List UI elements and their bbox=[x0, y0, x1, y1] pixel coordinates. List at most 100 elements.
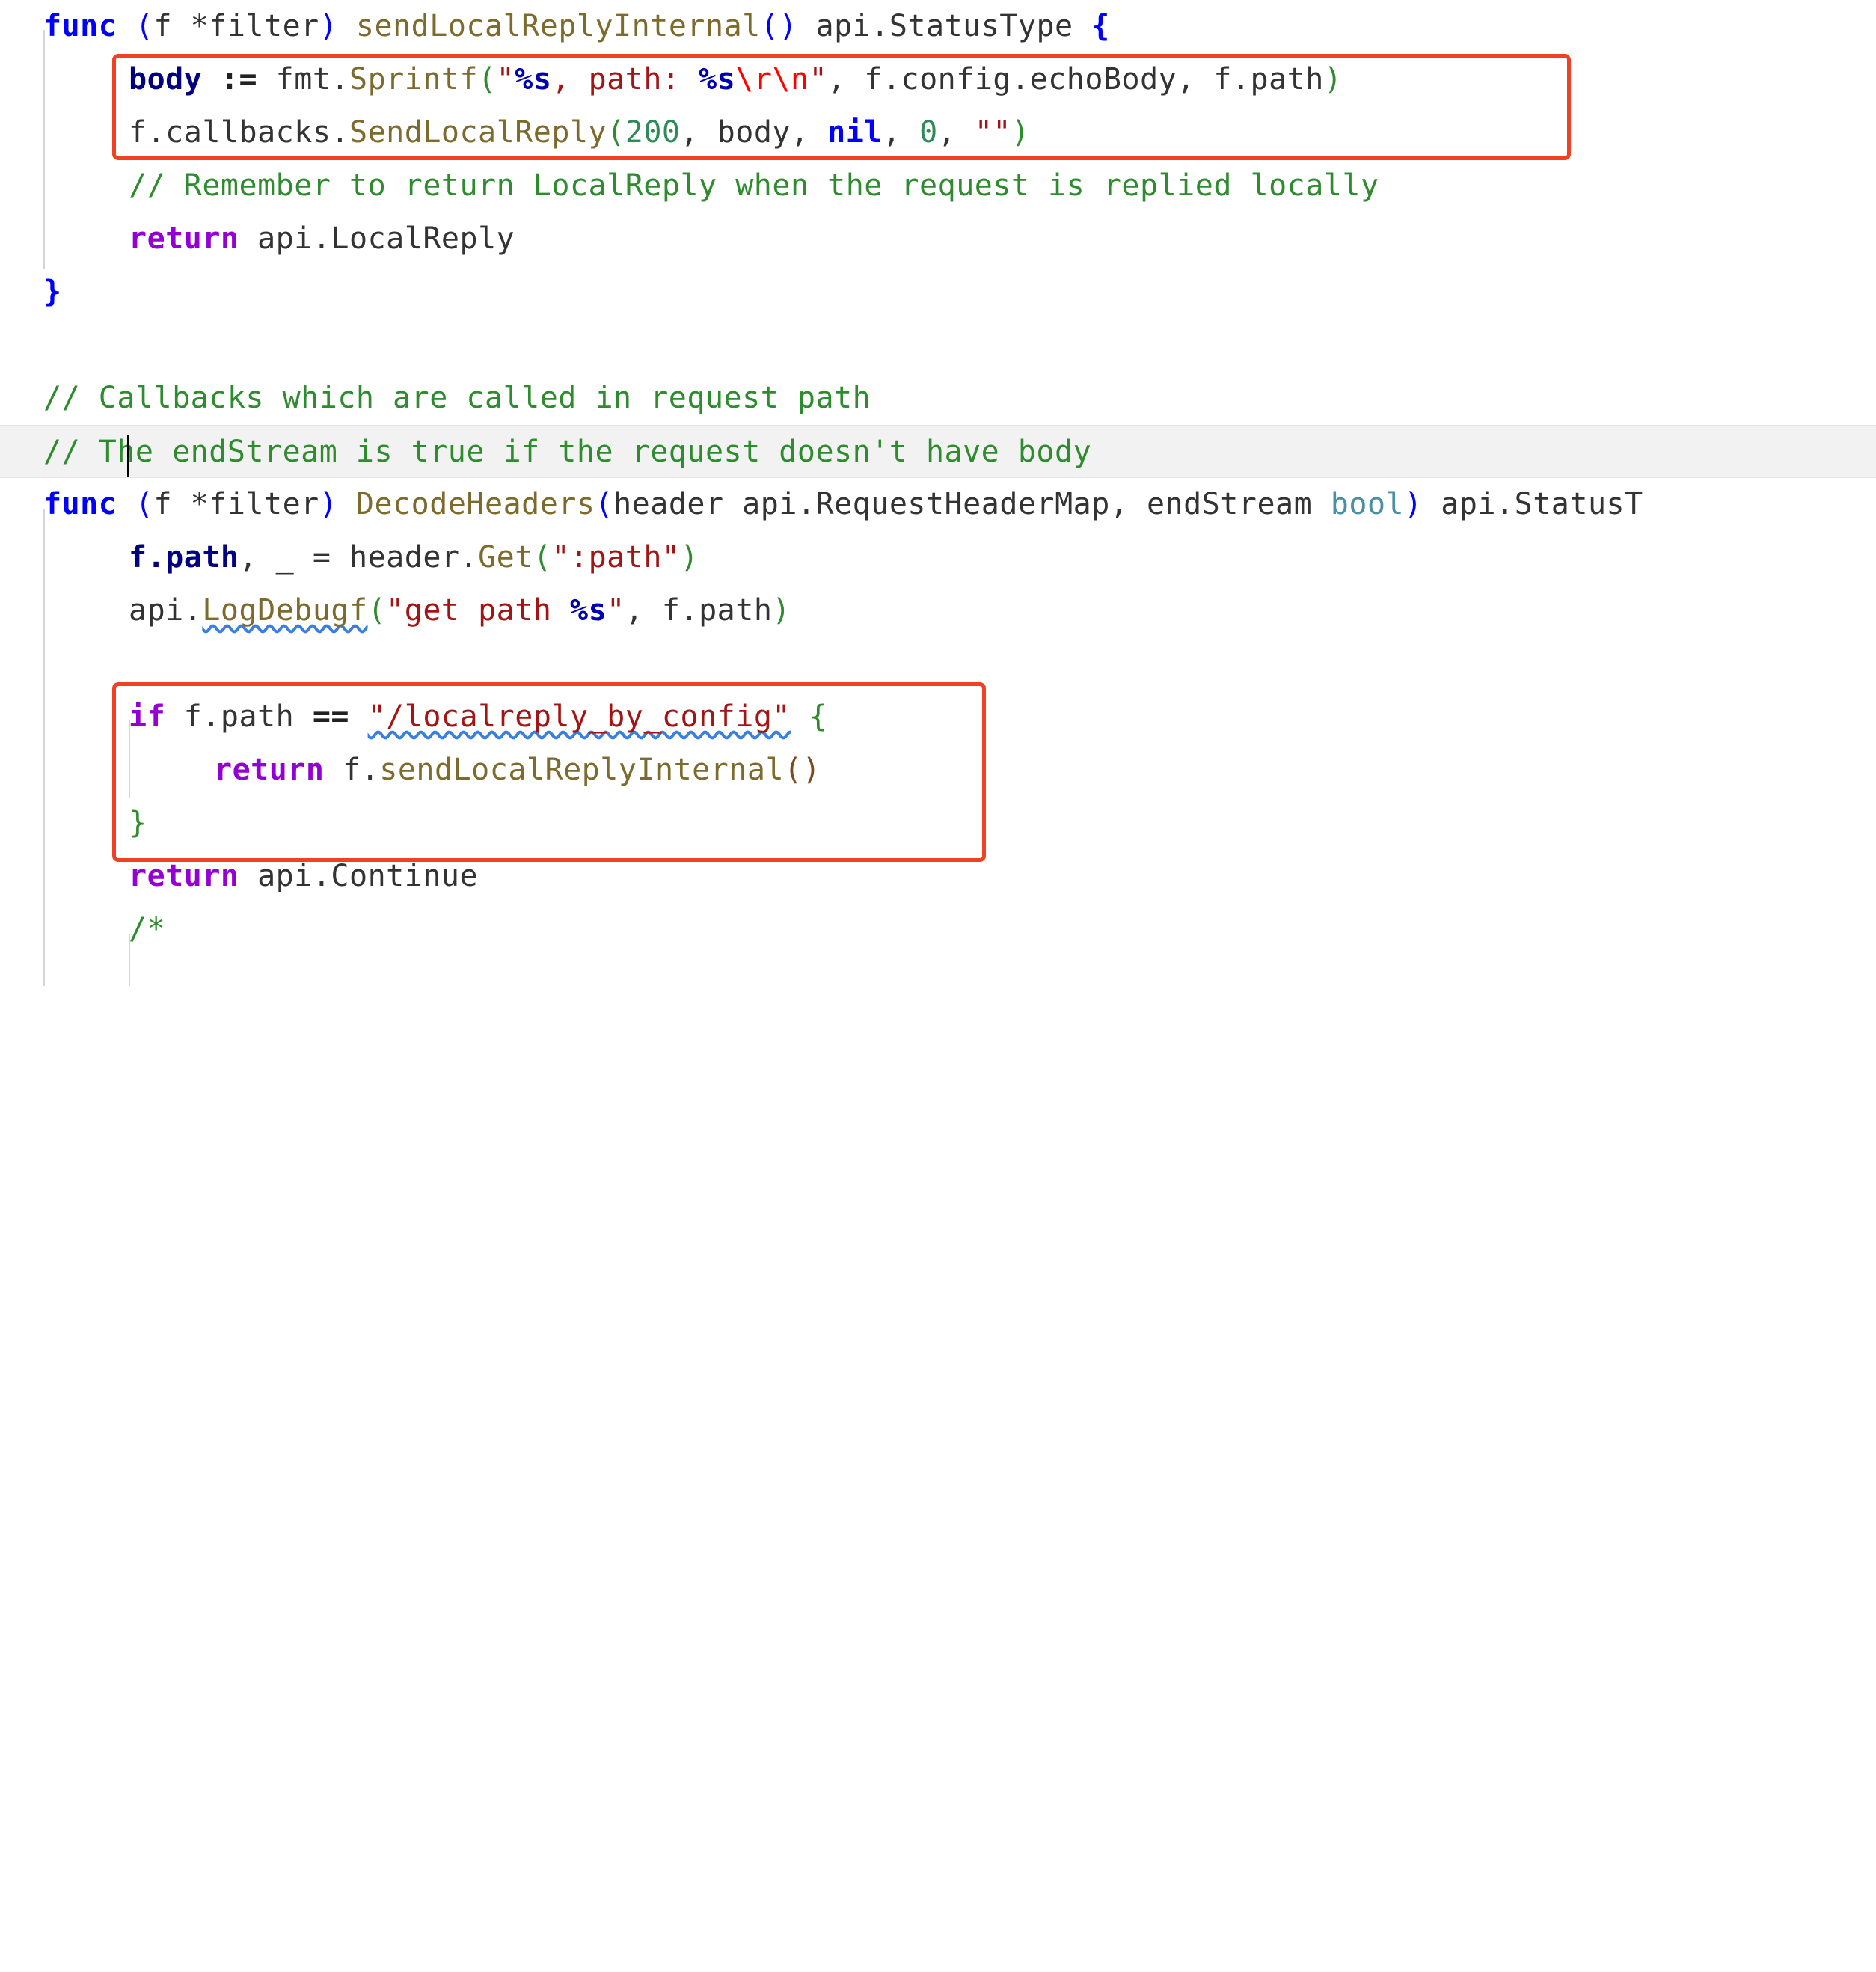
token-func-name-decodeheaders: DecodeHeaders bbox=[337, 487, 595, 521]
code-line-6-blank[interactable] bbox=[0, 319, 1876, 372]
token-func-get: Get bbox=[478, 540, 533, 575]
token-close-brace: } bbox=[129, 806, 147, 840]
code-line-4[interactable]: return api.LocalReply bbox=[0, 212, 1876, 266]
token-receiver: f *filter bbox=[153, 487, 319, 521]
code-line-2[interactable]: f.callbacks.SendLocalReply(200, body, ni… bbox=[0, 106, 1876, 159]
token-string-mid: , path: bbox=[551, 62, 699, 97]
token-paren-open: ( bbox=[533, 540, 552, 575]
token-comment-remember-localreply: // Remember to return LocalReply when th… bbox=[129, 168, 1379, 203]
token-open-brace: { bbox=[1091, 9, 1110, 43]
token-assign-header: , _ = header. bbox=[239, 540, 479, 575]
token-cond-fpath: f.path bbox=[165, 699, 313, 734]
token-var-body: body bbox=[129, 62, 203, 97]
token-expr-api-continue: api.Continue bbox=[239, 859, 479, 893]
token-func-sendlocalreplyinternal: sendLocalReplyInternal bbox=[379, 753, 785, 787]
token-args: , f.config.echoBody, f.path bbox=[827, 62, 1324, 97]
token-paren-open: ( bbox=[607, 115, 625, 150]
token-space-2 bbox=[791, 699, 809, 734]
token-pkg-api: api. bbox=[129, 593, 203, 628]
token-paren-close: ) bbox=[680, 540, 699, 575]
token-number-200: 200 bbox=[625, 115, 681, 150]
token-receiver-open: ( bbox=[117, 9, 154, 43]
token-keyword-return: return bbox=[129, 221, 239, 256]
token-keyword-func: func bbox=[43, 9, 117, 43]
token-comma-2: , bbox=[937, 115, 975, 150]
code-line-7[interactable]: // Callbacks which are called in request… bbox=[0, 372, 1876, 425]
token-quote-open: " bbox=[496, 62, 515, 97]
token-paren-open: ( bbox=[595, 487, 614, 521]
token-receiver-close: ) bbox=[319, 9, 338, 43]
token-quote-close: " bbox=[809, 62, 828, 97]
token-comment-endstream-a: // T bbox=[43, 435, 117, 469]
token-verb-s-1: %s bbox=[515, 62, 552, 97]
token-return-type: api.StatusT bbox=[1422, 487, 1643, 521]
code-line-15[interactable]: } bbox=[0, 797, 1876, 850]
token-verb-s: %s bbox=[570, 593, 607, 628]
token-func-sprintf: Sprintf bbox=[349, 62, 479, 97]
token-args-fpath: , f.path bbox=[625, 593, 773, 628]
token-paren-close: ) bbox=[1404, 487, 1423, 521]
code-editor-viewport[interactable]: func (f *filter) sendLocalReplyInternal(… bbox=[0, 0, 1876, 986]
token-params: header api.RequestHeaderMap, endStream bbox=[613, 487, 1331, 521]
token-verb-s-2: %s bbox=[699, 62, 736, 97]
token-func-logdebugf: LogDebugf bbox=[202, 593, 368, 628]
token-keyword-return: return bbox=[214, 753, 325, 787]
code-line-10[interactable]: f.path, _ = header.Get(":path") bbox=[0, 531, 1876, 584]
token-open-brace: { bbox=[809, 699, 828, 734]
token-field-fpath: f.path bbox=[129, 540, 239, 575]
indent-guide-func-2 bbox=[43, 509, 45, 986]
token-comment-block-open: /* bbox=[129, 912, 166, 946]
text-caret bbox=[127, 435, 129, 477]
code-lines-container[interactable]: func (f *filter) sendLocalReplyInternal(… bbox=[0, 0, 1876, 986]
token-expr-api-localreply: api.LocalReply bbox=[239, 221, 515, 256]
token-string-path: ":path" bbox=[551, 540, 681, 575]
token-receiver-callbacks: f.callbacks. bbox=[129, 115, 349, 150]
code-line-9[interactable]: func (f *filter) DecodeHeaders(header ap… bbox=[0, 478, 1876, 531]
code-line-3[interactable]: // Remember to return LocalReply when th… bbox=[0, 159, 1876, 212]
token-close-brace: } bbox=[43, 275, 62, 309]
code-line-17[interactable]: /* bbox=[0, 903, 1876, 956]
token-assign-op: := bbox=[202, 62, 276, 97]
token-receiver: f *filter bbox=[153, 9, 319, 43]
token-keyword-if: if bbox=[129, 699, 166, 734]
token-parens: () bbox=[760, 9, 797, 43]
token-paren-open: ( bbox=[367, 593, 387, 628]
token-receiver-close: ) bbox=[319, 487, 338, 521]
token-return-type: api.StatusType bbox=[797, 9, 1092, 43]
code-line-0[interactable]: func (f *filter) sendLocalReplyInternal(… bbox=[0, 0, 1876, 53]
token-func-sendlocalreply: SendLocalReply bbox=[349, 115, 607, 150]
token-type-bool: bool bbox=[1330, 487, 1405, 521]
code-line-14[interactable]: return f.sendLocalReplyInternal() bbox=[0, 744, 1876, 797]
token-number-0: 0 bbox=[919, 115, 938, 150]
code-line-8-current[interactable]: // The endStream is true if the request … bbox=[0, 425, 1876, 478]
code-line-1[interactable]: body := fmt.Sprintf("%s, path: %s\r\n", … bbox=[0, 53, 1876, 106]
token-empty-string: "" bbox=[974, 115, 1011, 150]
token-pkg-fmt: fmt. bbox=[275, 62, 349, 97]
token-receiver-f: f. bbox=[324, 753, 380, 787]
code-line-11[interactable]: api.LogDebugf("get path %s", f.path) bbox=[0, 584, 1876, 637]
code-line-13[interactable]: if f.path == "/localreply_by_config" { bbox=[0, 690, 1876, 744]
token-keyword-return: return bbox=[129, 859, 239, 893]
token-paren-close: ) bbox=[772, 593, 791, 628]
token-paren-close: ) bbox=[1011, 115, 1030, 150]
token-paren-close: ) bbox=[1323, 62, 1343, 97]
indent-guide-if-block bbox=[129, 720, 130, 798]
token-receiver-open: ( bbox=[117, 487, 154, 521]
token-comma-1: , bbox=[882, 115, 920, 150]
token-nil: nil bbox=[827, 115, 883, 150]
code-line-16[interactable]: return api.Continue bbox=[0, 850, 1876, 903]
token-escape-crlf: \r\n bbox=[735, 62, 809, 97]
token-keyword-func: func bbox=[43, 487, 117, 521]
token-paren-open: ( bbox=[478, 62, 497, 97]
code-line-5[interactable]: } bbox=[0, 266, 1876, 319]
token-string-localreply-by-config: "/localreply_by_config" bbox=[367, 699, 791, 734]
token-quote-close: " bbox=[607, 593, 625, 628]
token-func-name-sendlocalreplyinternal: sendLocalReplyInternal bbox=[337, 9, 761, 43]
token-comment-callbacks-request-path: // Callbacks which are called in request… bbox=[43, 381, 871, 415]
indent-guide-func-1 bbox=[43, 30, 45, 269]
code-line-12-blank[interactable] bbox=[0, 637, 1876, 690]
indent-guide-block-comment bbox=[129, 934, 130, 986]
token-string-get-path: "get path bbox=[386, 593, 570, 628]
token-comment-endstream-b: he endStream is true if the request does… bbox=[117, 435, 1092, 469]
